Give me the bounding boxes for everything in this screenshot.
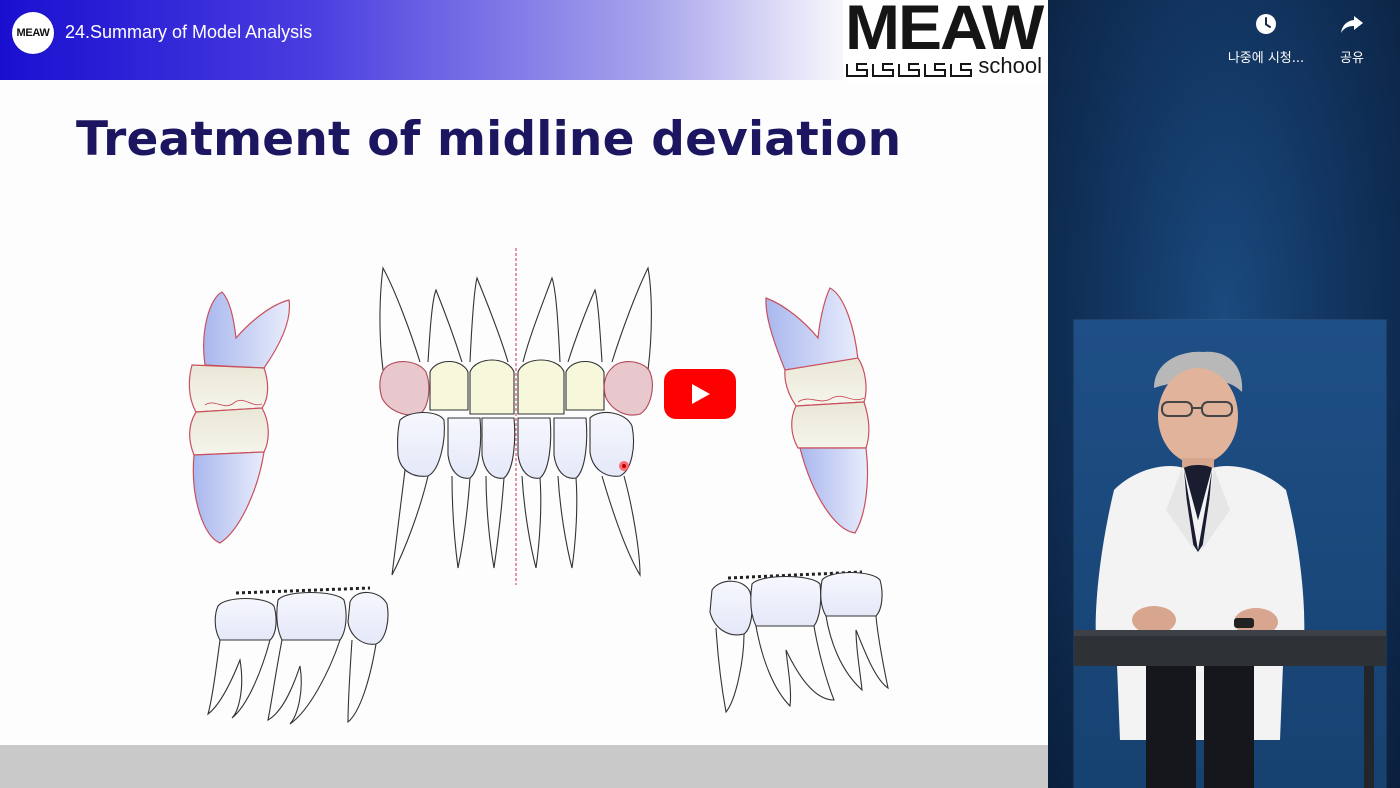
slide-footer-bar — [0, 745, 1048, 788]
brand-logo: MEAW school — [843, 0, 1048, 82]
lower-left-molars — [207, 586, 389, 725]
watch-later-label: 나중에 시청... — [1227, 51, 1305, 66]
presenter-figure — [1074, 351, 1386, 788]
dental-illustration — [188, 248, 889, 725]
watch-later-button[interactable]: 나중에 시청... — [1222, 12, 1310, 66]
video-player[interactable]: Treatment of midline deviation MEAW 24.S… — [0, 0, 1400, 788]
share-arrow-icon — [1341, 16, 1363, 33]
video-title[interactable]: 24.Summary of Model Analysis — [65, 22, 312, 43]
share-button[interactable]: 공유 — [1322, 12, 1382, 66]
channel-avatar[interactable]: MEAW — [12, 12, 54, 54]
right-molar-side-view — [765, 287, 870, 534]
brand-logo-name: MEAW — [845, 0, 1044, 63]
play-button[interactable] — [664, 369, 736, 419]
brand-logo-pattern — [846, 63, 972, 77]
channel-avatar-text: MEAW — [16, 27, 50, 39]
frontal-dentition — [379, 248, 653, 585]
share-label: 공유 — [1340, 51, 1364, 66]
clock-icon — [1256, 14, 1276, 34]
brand-logo-sub: school — [978, 53, 1042, 78]
slide: Treatment of midline deviation — [0, 0, 1048, 788]
left-molar-side-view — [188, 291, 291, 544]
play-icon — [692, 384, 710, 404]
lower-right-molars — [709, 570, 889, 714]
